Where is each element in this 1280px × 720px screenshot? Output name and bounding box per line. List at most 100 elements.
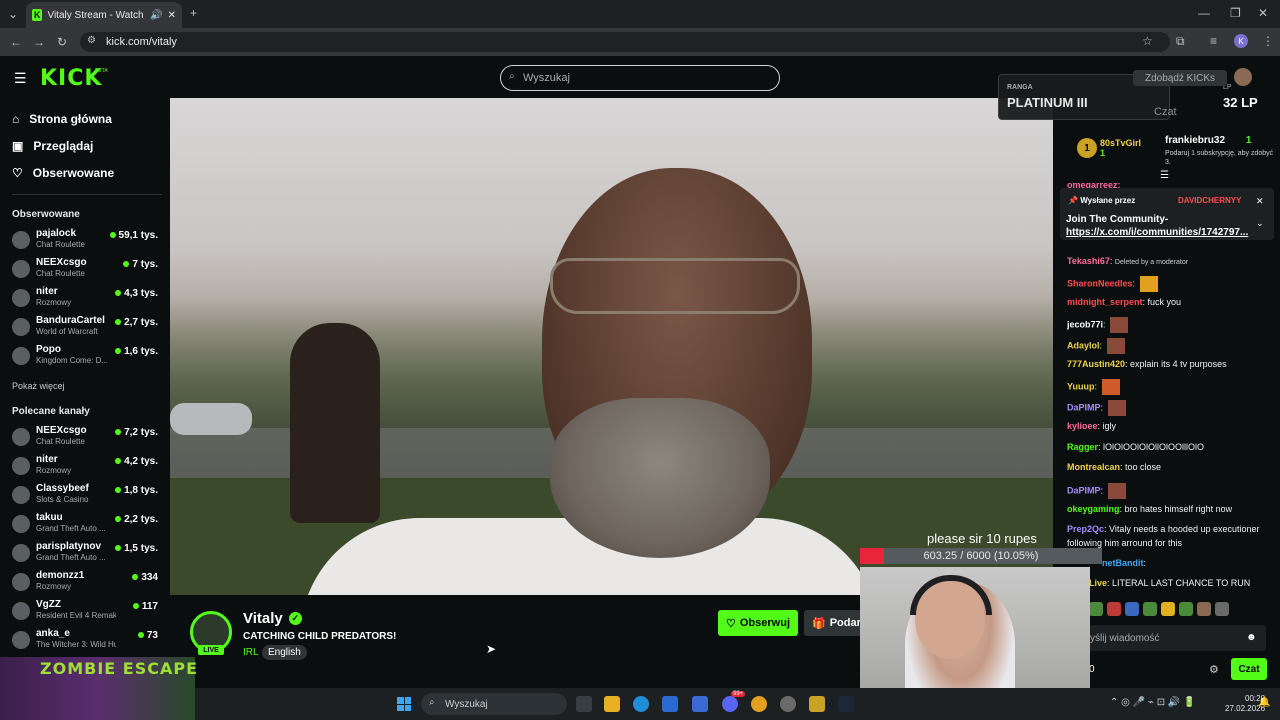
media-icon[interactable]: ≡ bbox=[1210, 34, 1217, 48]
user-avatar[interactable] bbox=[1234, 68, 1252, 86]
lp-value: 32 LP bbox=[1223, 95, 1258, 110]
chevron-down-icon[interactable]: ⌄ bbox=[1256, 218, 1264, 229]
show-more-link[interactable]: Pokaż więcej bbox=[12, 381, 65, 391]
tab-list-icon[interactable]: ⌄ bbox=[8, 7, 18, 21]
avatar bbox=[12, 428, 30, 446]
forward-icon[interactable]: → bbox=[33, 35, 45, 49]
avatar bbox=[12, 573, 30, 591]
followed-channel[interactable]: NEEXcsgo Chat Roulette 7 tys. bbox=[12, 257, 162, 285]
search-input[interactable]: ⌕ Wyszukaj bbox=[500, 65, 780, 91]
recommended-channel[interactable]: demonzz1 Rozmowy 334 bbox=[12, 570, 162, 598]
task-view-icon[interactable] bbox=[576, 696, 592, 712]
divider bbox=[12, 194, 162, 195]
recommended-channel[interactable]: niter Rozmowy 4,2 tys. bbox=[12, 454, 162, 482]
home-icon: ⌂ bbox=[12, 112, 20, 126]
new-tab-icon[interactable]: + bbox=[190, 6, 197, 20]
outlook-icon[interactable] bbox=[662, 696, 678, 712]
streamer-figure bbox=[550, 258, 800, 314]
hamburger-menu-icon[interactable]: ☰ bbox=[14, 70, 27, 87]
streamer-name[interactable]: Vitaly ✓ bbox=[243, 610, 302, 627]
beta-label: BETA bbox=[95, 68, 108, 74]
emote bbox=[1106, 338, 1125, 354]
store-icon[interactable] bbox=[692, 696, 708, 712]
nav-browse[interactable]: ▣ Przeglądaj bbox=[12, 139, 93, 153]
back-icon[interactable]: ← bbox=[10, 35, 22, 49]
gift-sub-button[interactable]: 🎁 Podaru bbox=[804, 610, 864, 636]
send-chat-button[interactable]: Czat bbox=[1231, 658, 1267, 680]
nav-home[interactable]: ⌂ Strona główna bbox=[12, 112, 112, 126]
recommended-channel[interactable]: anka_eThe Witcher 3: Wild Hunt73 bbox=[12, 628, 162, 656]
tray-icons[interactable]: ⌃ ◎ 🎤 ⌁ ⊡ 🔊 🔋 bbox=[1110, 697, 1196, 708]
emote bbox=[1101, 379, 1120, 395]
followed-channel[interactable]: pajalock Chat Roulette 59,1 tys. bbox=[12, 228, 162, 256]
pinned-link[interactable]: https://x.com/i/communities/1742797... bbox=[1066, 227, 1248, 238]
recommended-channel[interactable]: NEEXcsgo Chat Roulette 7,2 tys. bbox=[12, 425, 162, 453]
followed-channel[interactable]: niter Rozmowy 4,3 tys. bbox=[12, 286, 162, 314]
kick-logo[interactable]: KICK bbox=[40, 66, 102, 91]
app-icon[interactable] bbox=[780, 696, 796, 712]
recommended-channel[interactable]: Classybeef Slots & Casino 1,8 tys. bbox=[12, 483, 162, 511]
recommended-channel[interactable]: takuu Grand Theft Auto ... 2,2 tys. bbox=[12, 512, 162, 540]
notification-icon[interactable]: 🔔 bbox=[1258, 697, 1270, 708]
close-window-icon[interactable]: ✕ bbox=[1258, 6, 1268, 20]
gifter-name[interactable]: frankiebru32 1 bbox=[1165, 135, 1251, 146]
extensions-icon[interactable]: ⧉ bbox=[1176, 34, 1185, 49]
emoji-icon[interactable]: ☻ bbox=[1246, 632, 1257, 643]
restore-icon[interactable]: ❐ bbox=[1230, 6, 1241, 20]
recommended-channel[interactable]: VgZZ Resident Evil 4 Remake 117 bbox=[12, 599, 162, 627]
emote bbox=[1110, 317, 1129, 333]
recommended-channel[interactable]: parisplatynov Grand Theft Auto ... 1,5 tys… bbox=[12, 541, 162, 569]
chat-message: midnight_serpent: fuck you bbox=[1067, 297, 1182, 307]
discord-icon[interactable] bbox=[722, 696, 738, 712]
rank-label: RANGA bbox=[1007, 84, 1033, 91]
chat-message: DaPIMP: bbox=[1067, 483, 1277, 499]
stream-language-tag[interactable]: English bbox=[262, 645, 307, 660]
pinned-text: Join The Community-https://x.com/i/commu… bbox=[1066, 214, 1249, 238]
emote bbox=[1107, 483, 1126, 499]
tab-title: Vitaly Stream - Watch Live o bbox=[47, 9, 145, 21]
chrome-icon[interactable] bbox=[751, 696, 767, 712]
video-player[interactable] bbox=[170, 98, 1053, 595]
browse-icon: ▣ bbox=[12, 139, 24, 153]
pin-icon: 📌 bbox=[1068, 196, 1078, 205]
live-badge: LIVE bbox=[198, 645, 224, 655]
tab-close-icon[interactable]: ✕ bbox=[168, 10, 176, 21]
avatar bbox=[12, 515, 30, 533]
streamer-figure bbox=[550, 398, 770, 558]
stream-category[interactable]: IRL bbox=[243, 647, 259, 658]
chat-message: Adaylol: bbox=[1067, 338, 1277, 354]
pinned-by-label: 📌 Wysłane przez bbox=[1068, 196, 1136, 205]
steam-icon[interactable] bbox=[838, 696, 854, 712]
chat-message: Ragger: lOlOlOOlOlOllOlOOlllOlO bbox=[1067, 442, 1205, 452]
chat-message: okeygaming: bro hates himself right now bbox=[1067, 504, 1233, 514]
bookmark-star-icon[interactable]: ☆ bbox=[1142, 34, 1153, 48]
windows-start-icon[interactable] bbox=[397, 697, 411, 711]
chat-message-input[interactable]: yślij wiadomość bbox=[1086, 625, 1266, 651]
site-info-icon[interactable]: ⚙ bbox=[87, 35, 96, 46]
edge-icon[interactable] bbox=[633, 696, 649, 712]
chat-message: Montrealcan: too close bbox=[1067, 462, 1162, 472]
pinned-user[interactable]: DAVIDCHERNYY bbox=[1178, 196, 1241, 205]
tab-audio-icon[interactable]: 🔊 bbox=[150, 10, 162, 21]
profile-avatar[interactable]: K bbox=[1234, 34, 1248, 48]
taskbar-search[interactable]: ⌕ Wyszukaj bbox=[421, 693, 567, 715]
gift-icon: 🎁 bbox=[812, 617, 826, 630]
browser-tab[interactable]: K Vitaly Stream - Watch Live o 🔊 ✕ bbox=[26, 2, 182, 28]
claim-kicks-button[interactable]: Zdobądź KICKs bbox=[1133, 70, 1227, 86]
gear-icon[interactable]: ⚙ bbox=[1209, 663, 1219, 676]
nav-following[interactable]: ♡ Obserwowane bbox=[12, 166, 114, 180]
emote-bar[interactable] bbox=[1089, 602, 1269, 618]
url-input[interactable]: kick.com/vitaly bbox=[80, 32, 1170, 52]
followed-channel[interactable]: Popo Kingdom Come: D... 1,6 tys. bbox=[12, 344, 162, 372]
file-explorer-icon[interactable] bbox=[604, 696, 620, 712]
followed-channel[interactable]: BanduraCartel World of Warcraft 2,7 tys. bbox=[12, 315, 162, 343]
follow-button[interactable]: ♡ Obserwuj bbox=[718, 610, 798, 636]
top-gifter-name[interactable]: 80sTvGirl 1 bbox=[1100, 138, 1141, 158]
reload-icon[interactable]: ↻ bbox=[57, 35, 67, 49]
headset bbox=[910, 575, 992, 615]
minimize-icon[interactable]: — bbox=[1198, 6, 1210, 20]
league-icon[interactable] bbox=[809, 696, 825, 712]
browser-menu-icon[interactable]: ⋮ bbox=[1262, 34, 1274, 48]
unpin-icon[interactable]: ✕ bbox=[1256, 196, 1264, 207]
notification-badge: 99+ bbox=[731, 691, 746, 697]
